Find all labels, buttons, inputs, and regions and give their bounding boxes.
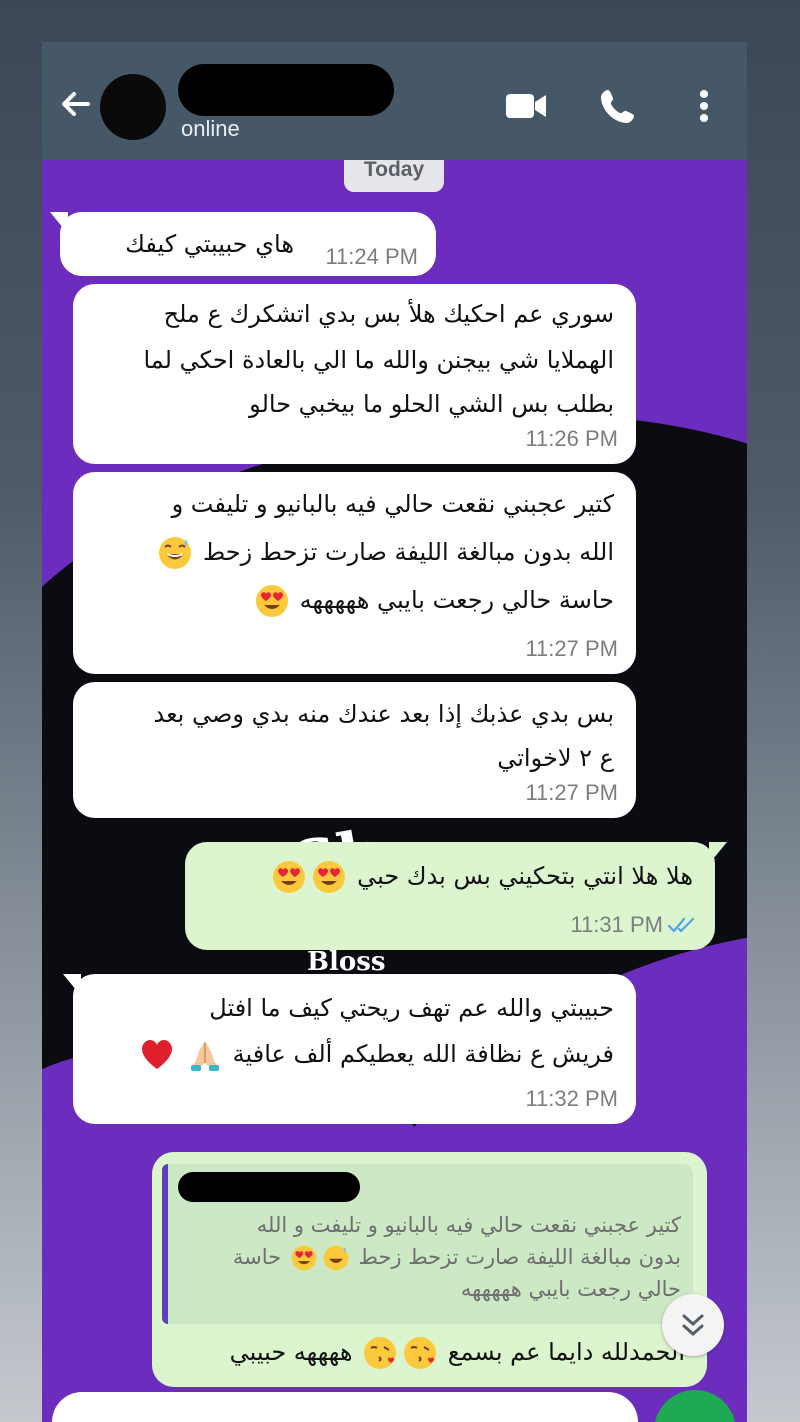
outgoing-reply-message[interactable]: كتير عجبني نقعت حالي فيه بالبانيو و تليف… [152, 1152, 707, 1387]
bubble-tail [709, 842, 727, 864]
message-text-with-emoji: الحمدلله دايما عم بسمع ههههه حبيبي [230, 1332, 685, 1372]
incoming-message[interactable]: سوري عم احكيك هلأ بس بدي اتشكرك ع ملح ال… [73, 284, 636, 464]
message-text: كتير عجبني نقعت حالي فيه بالبانيو و تليف… [171, 490, 614, 518]
message-text: هلا هلا انتي بتحكيني بس بدك حبي [357, 862, 693, 890]
more-options-icon[interactable] [682, 86, 726, 126]
message-text-with-emoji: فريش ع نظافة الله يعطيكم ألف عافية [137, 1034, 614, 1074]
incoming-message[interactable]: هاي حبيبتي كيفك 11:24 PM [50, 212, 436, 276]
message-text: هاي حبيبتي كيفك [125, 230, 294, 258]
bubble-tail [63, 974, 81, 996]
heart-eyes-emoji-icon [291, 1245, 317, 1271]
wallpaper-lettering: Bloss [307, 947, 386, 977]
praying-hands-emoji-icon [191, 1041, 219, 1071]
message-time: 11:27 PM [525, 636, 618, 661]
red-heart-emoji-icon [142, 1040, 173, 1069]
message-text: الحمدلله دايما عم بسمع [447, 1338, 685, 1366]
message-text: الله بدون مبالغة الليفة صارت تزحط زحط [202, 538, 614, 566]
video-call-icon[interactable] [504, 86, 548, 126]
bubble-tail [50, 212, 68, 234]
back-arrow-icon[interactable] [54, 82, 98, 126]
read-receipt-icon [667, 917, 695, 933]
kissing-face-emoji-icon [404, 1337, 437, 1369]
grinning-sweat-emoji-icon [159, 537, 192, 569]
message-text: بطلب بس الشي الحلو ما بيخبي حالو [249, 390, 614, 418]
message-input[interactable] [52, 1392, 638, 1422]
heart-eyes-emoji-icon [273, 861, 306, 893]
quoted-text-with-emoji: بدون مبالغة الليفة صارت تزحط زحط حاسة [233, 1240, 681, 1274]
quoted-text: بدون مبالغة الليفة صارت تزحط زحط [358, 1245, 681, 1269]
outgoing-message[interactable]: هلا هلا انتي بتحكيني بس بدك حبي 11:31 PM [185, 842, 727, 950]
message-text: فريش ع نظافة الله يعطيكم ألف عافية [232, 1040, 614, 1068]
message-time: 11:31 PM [570, 912, 663, 937]
message-text-with-emoji: حاسة حالي رجعت بايبي هههههه [252, 580, 614, 620]
incoming-message[interactable]: كتير عجبني نقعت حالي فيه بالبانيو و تليف… [73, 472, 636, 674]
quoted-text: حاسة [232, 1245, 282, 1269]
kissing-face-emoji-icon [364, 1337, 397, 1369]
chat-header: online [42, 42, 747, 160]
message-time: 11:27 PM [525, 780, 618, 805]
grinning-sweat-emoji-icon [323, 1245, 349, 1271]
quoted-sender-redaction [178, 1172, 360, 1202]
message-text-with-emoji: هلا هلا انتي بتحكيني بس بدك حبي [269, 856, 693, 896]
message-text: ع ٢ لاخواتي [497, 744, 614, 772]
message-text: ههههه حبيبي [229, 1338, 353, 1366]
phone-screen: Sh Bloss online Today هاي حبيبتي كيفك 11… [42, 42, 747, 1422]
contact-status: online [181, 116, 240, 141]
incoming-message[interactable]: حبيبتي والله عم تهف ريحتي كيف ما افتل فر… [63, 974, 636, 1124]
quoted-message[interactable]: كتير عجبني نقعت حالي فيه بالبانيو و تليف… [162, 1164, 693, 1324]
message-text: حبيبتي والله عم تهف ريحتي كيف ما افتل [209, 994, 614, 1022]
quote-bar [162, 1164, 168, 1324]
incoming-message[interactable]: بس بدي عذبك إذا بعد عندك منه بدي وصي بعد… [73, 682, 636, 818]
message-text: بس بدي عذبك إذا بعد عندك منه بدي وصي بعد [153, 700, 615, 728]
quoted-text: حالي رجعت بايبي هههههه [460, 1277, 681, 1301]
heart-eyes-emoji-icon [313, 861, 346, 893]
message-text-with-emoji: الله بدون مبالغة الليفة صارت تزحط زحط [155, 532, 614, 572]
message-text: سوري عم احكيك هلأ بس بدي اتشكرك ع ملح [163, 300, 614, 328]
message-time: 11:24 PM [325, 244, 418, 269]
quoted-text: كتير عجبني نقعت حالي فيه بالبانيو و تليف… [256, 1213, 681, 1237]
double-chevron-down-icon [682, 1314, 704, 1337]
message-time: 11:26 PM [525, 426, 618, 451]
contact-name-redaction[interactable] [178, 64, 394, 116]
message-text: الهملايا شي بيجنن والله ما الي بالعادة ا… [143, 346, 614, 374]
contact-avatar[interactable] [100, 74, 166, 140]
message-text: حاسة حالي رجعت بايبي هههههه [299, 586, 614, 614]
message-time: 11:32 PM [525, 1086, 618, 1111]
heart-eyes-emoji-icon [255, 585, 288, 617]
voice-call-icon[interactable] [598, 86, 642, 126]
scroll-to-bottom-button[interactable] [662, 1294, 724, 1356]
